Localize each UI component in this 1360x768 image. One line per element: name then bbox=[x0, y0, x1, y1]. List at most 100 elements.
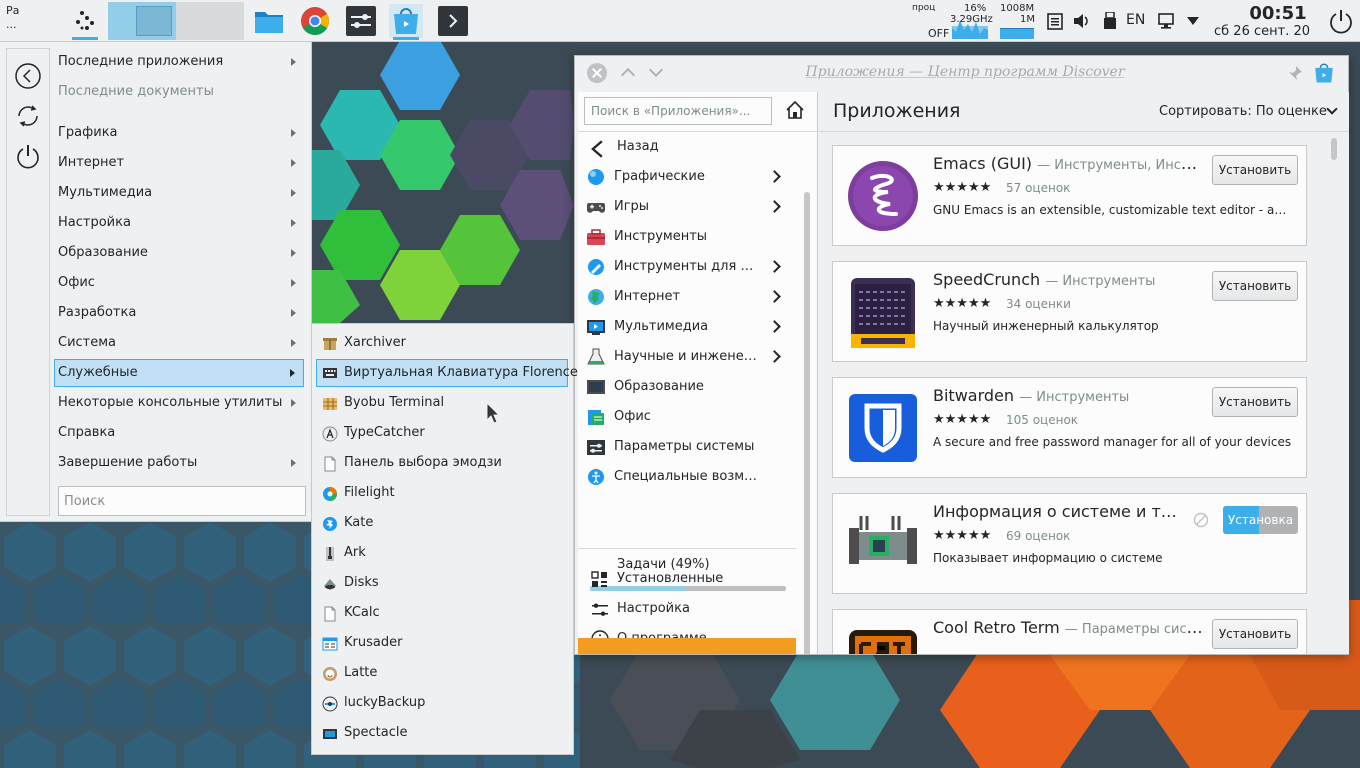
update-highlight-strip[interactable] bbox=[578, 638, 796, 654]
menu-item[interactable]: Некоторые консольные утилиты bbox=[54, 389, 304, 417]
category-item[interactable]: Научные и инженерные bbox=[578, 342, 796, 372]
app-card[interactable]: Bitwarden — Инструменты ★★★★★ 105 оценок A … bbox=[832, 377, 1307, 478]
submenu-item[interactable]: Filelight bbox=[316, 479, 568, 507]
system-monitor-graph[interactable]: 16% 3.29GHz 1008M 1M bbox=[950, 2, 1035, 39]
app-name: Cool Retro Term — Параметры системы bbox=[933, 618, 1203, 637]
submenu-item-label: Spectacle bbox=[344, 725, 408, 740]
font-icon bbox=[322, 426, 338, 442]
arrow-left-circle-icon bbox=[15, 63, 41, 89]
menu-item[interactable]: Графика bbox=[54, 119, 304, 147]
task-chrome[interactable] bbox=[298, 4, 332, 38]
submenu-item[interactable]: Disks bbox=[316, 569, 568, 597]
install-button[interactable]: Установить bbox=[1212, 619, 1298, 649]
window-maximize-button[interactable] bbox=[620, 67, 636, 83]
sysinfo-icon bbox=[849, 516, 917, 564]
task-dolphin[interactable] bbox=[252, 4, 286, 38]
virtual-desktop-pager[interactable] bbox=[108, 2, 244, 40]
submenu-item[interactable]: Виртуальная Клавиатура Florence bbox=[316, 359, 578, 387]
keyboard-layout[interactable]: EN bbox=[1126, 12, 1145, 28]
menu-item[interactable]: Последние приложения bbox=[54, 48, 304, 76]
scrollbar-thumb[interactable] bbox=[1331, 138, 1337, 160]
home-button[interactable] bbox=[784, 99, 808, 123]
menu-search-input[interactable] bbox=[58, 486, 306, 516]
submenu-item[interactable]: Ark bbox=[316, 539, 568, 567]
task-discover[interactable] bbox=[389, 4, 423, 40]
category-item[interactable]: Инструменты bbox=[578, 222, 796, 252]
application-launcher-button[interactable] bbox=[68, 4, 102, 40]
rating-count: 57 оценок bbox=[1006, 181, 1071, 195]
submenu-item[interactable]: Byobu Terminal bbox=[316, 389, 568, 417]
window-minimize-button[interactable] bbox=[648, 62, 664, 78]
menu-item[interactable]: Настройка bbox=[54, 209, 304, 237]
submenu-item[interactable]: TypeCatcher bbox=[316, 419, 568, 447]
category-item[interactable]: Офис bbox=[578, 402, 796, 432]
category-item[interactable]: Специальные возможности bbox=[578, 462, 796, 492]
tray-clipboard[interactable] bbox=[1044, 10, 1066, 32]
category-item[interactable]: Игры bbox=[578, 192, 796, 222]
submenu-item[interactable]: Latte bbox=[316, 659, 568, 687]
submenu-item[interactable]: KCalc bbox=[316, 599, 568, 627]
category-item[interactable]: Графические bbox=[578, 162, 796, 192]
app-card[interactable]: SpeedCrunch — Инструменты ★★★★★ 34 оценки Н… bbox=[832, 261, 1307, 362]
sidebar-action-item[interactable]: Установленные bbox=[578, 564, 796, 594]
submenu-item[interactable]: Панель выбора эмодзи bbox=[316, 449, 568, 477]
install-progress-label: Установка bbox=[1227, 513, 1294, 527]
tray-network[interactable] bbox=[1156, 10, 1178, 32]
menu-item[interactable]: Офис bbox=[54, 269, 304, 297]
discover-search-input[interactable] bbox=[584, 97, 772, 125]
discover-back-button[interactable]: Назад bbox=[578, 132, 796, 162]
menu-item[interactable]: Последние документы bbox=[54, 78, 304, 106]
category-item[interactable]: Параметры системы bbox=[578, 432, 796, 462]
workspace-label[interactable]: Ра ... bbox=[6, 4, 36, 32]
menu-item[interactable]: Интернет bbox=[54, 149, 304, 177]
menu-item[interactable]: Система bbox=[54, 329, 304, 357]
cancel-icon[interactable] bbox=[1193, 512, 1209, 528]
menu-item[interactable]: Разработка bbox=[54, 299, 304, 327]
clock-date[interactable]: сб 26 сент. 20 bbox=[1200, 24, 1324, 39]
separator bbox=[819, 131, 1349, 132]
chevron-down-icon bbox=[1187, 17, 1199, 25]
back-button[interactable] bbox=[13, 61, 43, 91]
menu-item[interactable]: Образование bbox=[54, 239, 304, 267]
volume-icon bbox=[1074, 14, 1088, 28]
category-item[interactable]: Интернет bbox=[578, 282, 796, 312]
install-button[interactable]: Установить bbox=[1212, 387, 1298, 417]
menu-item[interactable]: Служебные bbox=[54, 359, 304, 387]
sidebar-action-item[interactable]: Настройка bbox=[578, 594, 796, 624]
menu-item-label: Служебные bbox=[58, 365, 138, 380]
submenu-item[interactable]: luckyBackup bbox=[316, 689, 568, 717]
menu-item[interactable]: Завершение работы bbox=[54, 449, 304, 477]
submenu-item[interactable]: Spectacle bbox=[316, 719, 568, 747]
menu-item[interactable]: Мультимедиа bbox=[54, 179, 304, 207]
panel-power-button[interactable] bbox=[1326, 6, 1356, 36]
app-list-scrollbar[interactable] bbox=[1331, 138, 1337, 648]
submenu-item[interactable]: Krusader bbox=[316, 629, 568, 657]
app-card[interactable]: Emacs (GUI) — Инструменты, Инструме... ★★… bbox=[832, 145, 1307, 246]
pin-button[interactable] bbox=[1287, 65, 1303, 85]
pager-desktop-1[interactable] bbox=[108, 2, 176, 40]
switch-user-button[interactable] bbox=[13, 101, 43, 131]
task-system-settings[interactable] bbox=[344, 4, 378, 38]
category-item[interactable]: Образование bbox=[578, 372, 796, 402]
sidebar-scrollbar[interactable] bbox=[804, 192, 810, 654]
window-app-icon bbox=[1313, 62, 1335, 88]
tray-usb[interactable] bbox=[1099, 10, 1121, 32]
category-item[interactable]: Инструменты для разработки bbox=[578, 252, 796, 282]
submenu-item[interactable]: Kate bbox=[316, 509, 568, 537]
pager-desktop-2[interactable] bbox=[176, 2, 244, 40]
category-item[interactable]: Мультимедиа bbox=[578, 312, 796, 342]
app-card[interactable]: Cool Retro Term — Параметры системы Устан… bbox=[832, 609, 1307, 654]
install-button[interactable]: Установить bbox=[1212, 271, 1298, 301]
window-close-button[interactable] bbox=[587, 63, 607, 83]
shutdown-button[interactable] bbox=[13, 141, 43, 171]
menu-item[interactable]: Справка bbox=[54, 419, 304, 447]
tray-volume[interactable] bbox=[1071, 10, 1093, 32]
window-titlebar[interactable]: Приложения — Центр программ Discover bbox=[575, 56, 1348, 90]
install-progress[interactable]: Установка bbox=[1223, 506, 1298, 534]
install-button[interactable]: Установить bbox=[1212, 155, 1298, 185]
task-terminal[interactable] bbox=[436, 4, 470, 38]
category-label: Графические bbox=[614, 169, 705, 184]
sort-dropdown[interactable]: Сортировать: По оценке bbox=[1159, 104, 1327, 119]
submenu-item[interactable]: Xarchiver bbox=[316, 329, 568, 357]
app-card[interactable]: Информация о системе и тес... ★★★★★ 69 оц… bbox=[832, 493, 1307, 594]
